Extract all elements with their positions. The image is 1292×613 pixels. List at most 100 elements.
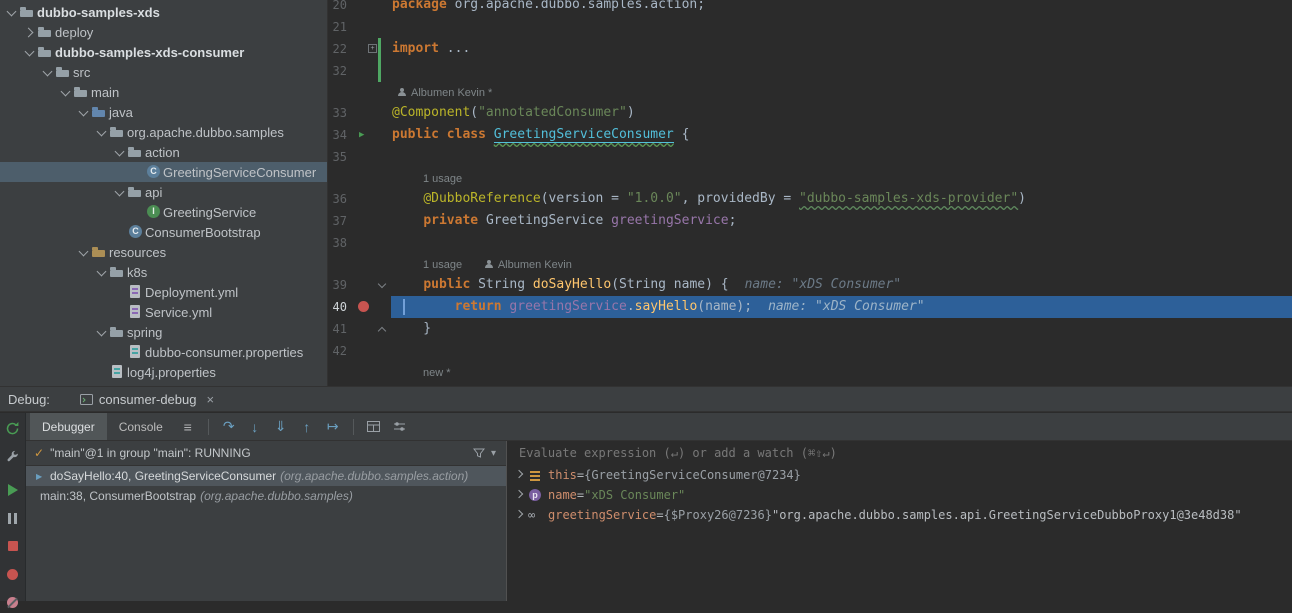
code-text[interactable] [391,60,1292,82]
evaluate-expression-field[interactable]: Evaluate expression (↵) or add a watch (… [507,441,1292,465]
tree-item-main[interactable]: main [0,82,327,102]
code-token: GreetingService [486,213,611,228]
run-to-cursor-icon[interactable]: ↦ [320,418,346,435]
debug-session-tab[interactable]: consumer-debug × [72,387,222,411]
editor-gutter [353,362,391,382]
dropdown-caret-icon[interactable]: ▾ [491,448,496,459]
rerun-debug-button[interactable] [2,417,24,439]
step-out-icon[interactable]: ↑ [294,419,320,435]
chevron-down-icon[interactable] [22,45,37,60]
expand-chevron-icon[interactable] [513,468,527,482]
chevron-right-icon[interactable] [22,25,37,40]
code-author-hint[interactable]: Albumen Kevin * [411,87,492,99]
chevron-down-icon[interactable] [94,265,109,280]
tree-item-deploy[interactable]: deploy [0,22,327,42]
usages-hint[interactable]: 1 usage [423,259,462,271]
chevron-down-icon[interactable] [40,65,55,80]
fold-region-icon[interactable]: + [368,44,377,53]
usages-hint[interactable]: 1 usage [423,173,462,185]
tree-item-api[interactable]: api [0,182,327,202]
expand-chevron-icon[interactable] [513,508,527,522]
expand-chevron-icon[interactable] [513,488,527,502]
layout-icon[interactable]: ≡ [175,419,201,435]
chevron-down-icon[interactable] [112,145,127,160]
code-text[interactable]: 1 usage Albumen Kevin [391,254,1292,274]
variable-name[interactable]: name = "xDS Consumer" [507,485,1292,505]
variable-this[interactable]: this = {GreetingServiceConsumer@7234} [507,465,1292,485]
code-editor[interactable]: 20package org.apache.dubbo.samples.actio… [329,0,1292,386]
tree-item-consumerbootstrap[interactable]: ConsumerBootstrap [0,222,327,242]
code-text[interactable]: public class GreetingServiceConsumer { [391,124,1292,146]
tree-item-src[interactable]: src [0,62,327,82]
step-into-icon[interactable]: ↓ [242,419,268,435]
fold-up-icon[interactable] [378,325,387,334]
breakpoint-icon[interactable] [358,301,369,312]
chevron-down-icon[interactable] [76,245,91,260]
variable-text: {$Proxy26@7236} [664,508,772,522]
chevron-down-icon[interactable] [94,325,109,340]
editor-line-39: 39 public String doSayHello(String name)… [329,274,1292,296]
force-step-into-icon[interactable]: ⇓ [268,418,294,435]
pause-program-button[interactable] [2,507,24,529]
tree-item-label: resources [109,245,166,260]
tree-item-java[interactable]: java [0,102,327,122]
variables-panel: Evaluate expression (↵) or add a watch (… [507,441,1292,601]
tree-item-log4j-properties[interactable]: log4j.properties [0,362,327,382]
run-class-icon[interactable]: ▶ [359,124,364,146]
code-text[interactable]: private GreetingService greetingService; [391,210,1292,232]
chevron-down-icon[interactable] [58,85,73,100]
code-text[interactable] [391,340,1292,362]
debug-toolwindow: Debugger Console ≡ ↷↓⇓↑↦ ✓ "main"@1 in gr… [0,413,1292,601]
step-over-icon[interactable]: ↷ [216,418,242,435]
code-author-hint[interactable]: Albumen Kevin [498,259,572,271]
chevron-down-icon[interactable] [4,5,19,20]
stop-button[interactable] [2,535,24,557]
code-text[interactable] [391,16,1292,38]
code-text[interactable]: Albumen Kevin * [391,82,1292,102]
fold-down-icon[interactable] [378,281,387,290]
tree-item-service-yml[interactable]: Service.yml [0,302,327,322]
stack-frame-2[interactable]: main:38, ConsumerBootstrap (org.apache.d… [26,486,506,506]
code-text[interactable]: @DubboReference(version = "1.0.0", provi… [391,188,1292,210]
stack-frame-1[interactable]: ▶doSayHello:40, GreetingServiceConsumer … [26,466,506,486]
code-text[interactable] [391,232,1292,254]
tab-debugger[interactable]: Debugger [30,413,107,440]
resume-program-button[interactable] [2,479,24,501]
chevron-down-icon[interactable] [112,185,127,200]
tree-item-resources[interactable]: resources [0,242,327,262]
chevron-down-icon[interactable] [94,125,109,140]
thread-selector[interactable]: ✓ "main"@1 in group "main": RUNNING ▾ [26,441,506,466]
tree-item-k8s[interactable]: k8s [0,262,327,282]
code-text[interactable]: } [391,318,1292,340]
tree-item-dubbo-samples-xds-consumer[interactable]: dubbo-samples-xds-consumer [0,42,327,62]
layout-settings-icon[interactable] [361,421,387,432]
chevron-down-icon[interactable] [76,105,91,120]
code-text[interactable]: return greetingService.sayHello(name);na… [391,296,1292,318]
code-text[interactable]: import ... [391,38,1292,60]
debug-settings-button[interactable] [2,445,24,467]
view-breakpoints-button[interactable] [2,563,24,585]
close-tab-icon[interactable]: × [206,392,214,407]
code-text[interactable] [391,146,1292,168]
code-text[interactable]: 1 usage [391,168,1292,188]
tab-console[interactable]: Console [107,413,175,440]
code-text[interactable]: new * [391,362,1292,382]
code-author-hint[interactable]: new * [423,367,451,379]
variable-greetingservice[interactable]: greetingService = {$Proxy26@7236} "org.a… [507,505,1292,525]
tree-item-dubbo-samples-xds[interactable]: dubbo-samples-xds [0,2,327,22]
mute-breakpoints-button[interactable] [2,591,24,613]
tree-item-deployment-yml[interactable]: Deployment.yml [0,282,327,302]
tree-item-action[interactable]: action [0,142,327,162]
tree-item-greetingserviceconsumer[interactable]: GreetingServiceConsumer [0,162,327,182]
code-text[interactable]: public String doSayHello(String name) {n… [391,274,1292,296]
code-text[interactable]: @Component("annotatedConsumer") [391,102,1292,124]
editor-gutter [353,340,391,362]
editor-line-33: 33@Component("annotatedConsumer") [329,102,1292,124]
debugger-settings-icon[interactable] [387,421,413,432]
tree-item-greetingservice[interactable]: GreetingService [0,202,327,222]
filter-icon[interactable] [473,448,485,458]
code-text[interactable]: package org.apache.dubbo.samples.action; [391,0,1292,16]
tree-item-dubbo-consumer-properties[interactable]: dubbo-consumer.properties [0,342,327,362]
tree-item-org-apache-dubbo-samples[interactable]: org.apache.dubbo.samples [0,122,327,142]
tree-item-spring[interactable]: spring [0,322,327,342]
